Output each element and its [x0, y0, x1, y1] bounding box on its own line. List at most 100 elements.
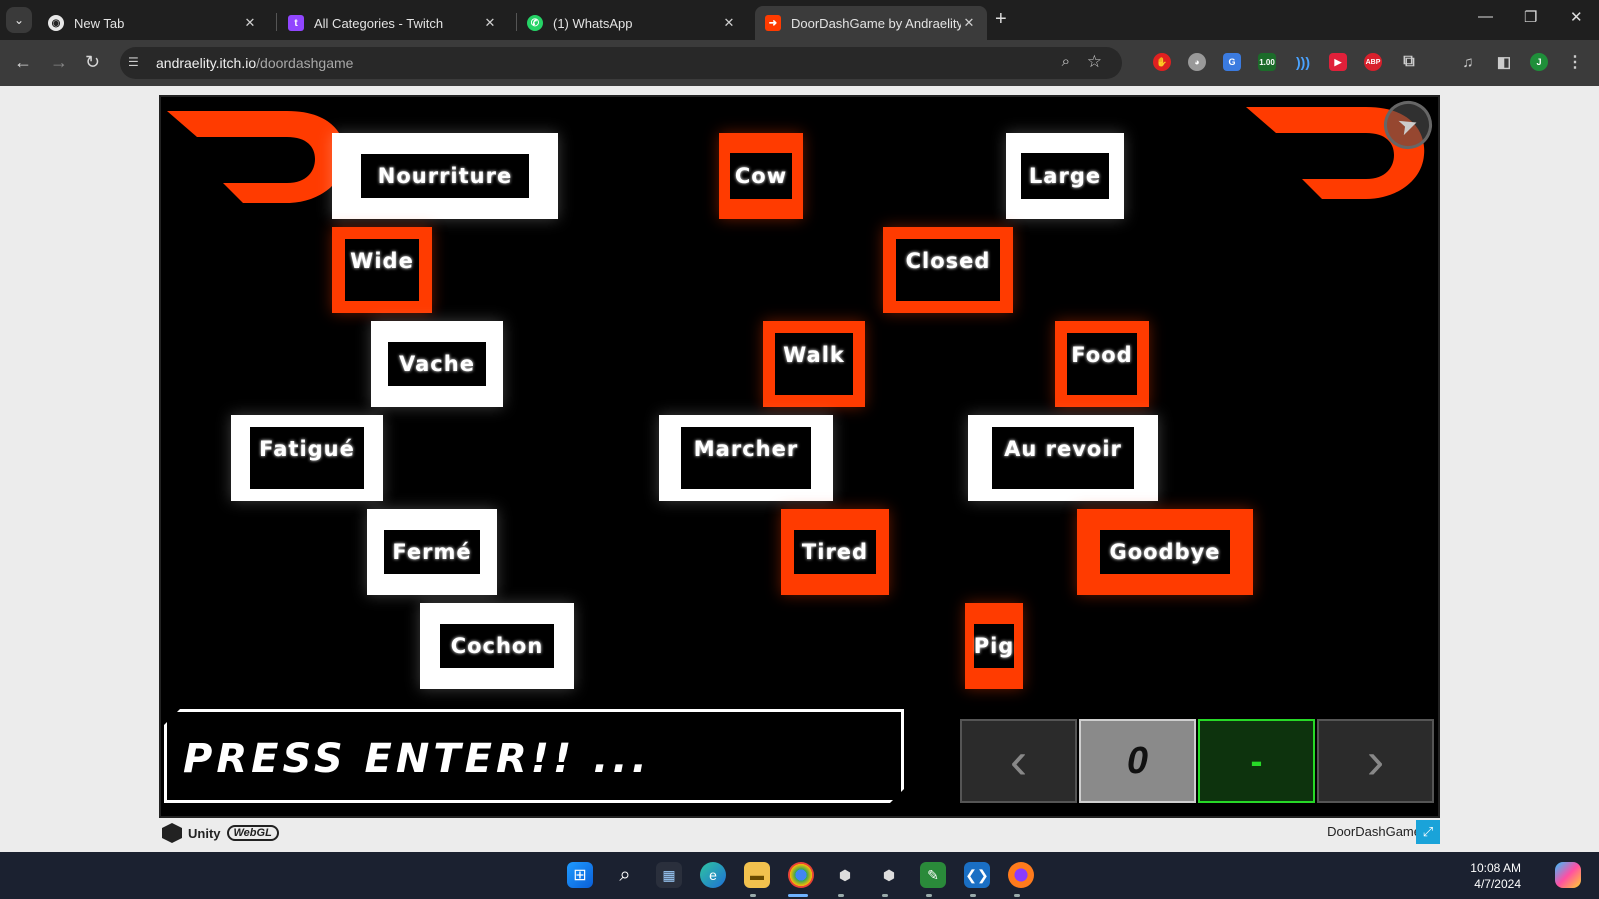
browser-tab-strip: ⌄ ◉ New Tab ✕ t All Categories - Twitch … — [0, 0, 1599, 40]
tab-twitch[interactable]: t All Categories - Twitch ✕ — [278, 6, 508, 40]
word-label: Food — [1067, 333, 1137, 395]
unity-editor-icon[interactable]: ⬢ — [876, 862, 902, 888]
word-card[interactable]: Large — [1006, 133, 1124, 219]
word-card[interactable]: Vache — [371, 321, 503, 407]
store-icon[interactable]: ▦ — [656, 862, 682, 888]
word-card[interactable]: Tired — [781, 509, 889, 595]
word-label: Vache — [388, 342, 486, 386]
windows-start-icon[interactable]: ⊞ — [567, 862, 593, 888]
chrome-icon[interactable] — [788, 862, 814, 888]
close-window-button[interactable]: ✕ — [1570, 8, 1583, 26]
word-card[interactable]: Food — [1055, 321, 1149, 407]
word-label: Tired — [794, 530, 876, 574]
extension-speed-icon[interactable]: 1.00 — [1258, 53, 1276, 71]
side-panel-icon[interactable]: ◧ — [1495, 53, 1513, 71]
word-label: Nourriture — [361, 154, 529, 198]
word-card[interactable]: Fermé — [367, 509, 497, 595]
media-control-icon[interactable]: ♫ — [1459, 53, 1477, 71]
score-counter: 0 — [1079, 719, 1196, 803]
chrome-icon: ◉ — [48, 15, 64, 31]
word-card[interactable]: Cochon — [420, 603, 574, 689]
extensions-puzzle-icon[interactable]: ⧉ — [1400, 53, 1418, 71]
site-settings-icon[interactable]: ☰ — [128, 55, 144, 71]
reload-button[interactable]: ↻ — [85, 52, 100, 73]
chevron-down-icon: ⌄ — [13, 13, 25, 27]
word-label: Wide — [345, 239, 419, 301]
close-icon: ✕ — [1570, 9, 1583, 26]
copilot-icon[interactable] — [1555, 862, 1581, 888]
chrome-active-indicator — [788, 894, 808, 897]
enter-prompt-box: PRESS ENTER!! ... — [164, 709, 904, 803]
word-card[interactable]: Pig — [965, 603, 1023, 689]
tab-doordashgame[interactable]: ➜ DoorDashGame by Andraelity ✕ — [755, 6, 987, 40]
tab-search-button[interactable]: ⌄ — [6, 7, 32, 33]
close-tab-icon[interactable]: ✕ — [242, 15, 258, 31]
browser-toolbar: ← → ↻ ☰ andraelity.itch.io/doordashgame … — [0, 40, 1599, 86]
word-label: Walk — [775, 333, 853, 395]
taskbar-running-dot — [882, 894, 888, 897]
extension-stop-icon[interactable]: ✋ — [1153, 53, 1171, 71]
tab-new-tab[interactable]: ◉ New Tab ✕ — [38, 6, 268, 40]
word-card[interactable]: Fatigué — [231, 415, 383, 501]
back-button[interactable]: ← — [14, 52, 32, 73]
close-tab-icon[interactable]: ✕ — [961, 15, 977, 31]
expand-icon: ⤢ — [1422, 824, 1434, 839]
extension-translate-icon[interactable]: G — [1223, 53, 1241, 71]
profile-avatar[interactable]: J — [1530, 53, 1548, 71]
file-explorer-icon[interactable]: ▬ — [744, 862, 770, 888]
forward-button[interactable]: → — [50, 52, 68, 73]
windows-taskbar: ⊞ ⌕ ▦ e ▬ ⬢ ⬢ ✎ ❮❯ 10:08 AM 4/7/2024 — [0, 852, 1599, 899]
game-canvas[interactable]: ➤ Nourriture Cow Large Wide Closed Vache… — [159, 95, 1440, 818]
word-card[interactable]: Marcher — [659, 415, 833, 501]
answer-slot[interactable]: - — [1198, 719, 1315, 803]
system-clock[interactable]: 10:08 AM 4/7/2024 — [1470, 860, 1521, 892]
minimize-button[interactable]: — — [1478, 8, 1493, 25]
word-card[interactable]: Walk — [763, 321, 865, 407]
zoom-icon[interactable]: ⌕ — [1062, 53, 1070, 70]
next-button[interactable]: › — [1317, 719, 1434, 803]
extension-adblock-icon[interactable]: ABP — [1364, 53, 1382, 71]
new-tab-button[interactable]: + — [995, 8, 1007, 31]
previous-button[interactable]: ‹ — [960, 719, 1077, 803]
menu-kebab-icon[interactable]: ⋮ — [1566, 53, 1584, 71]
extension-youtube-icon[interactable]: ▶ — [1329, 53, 1347, 71]
edge-icon[interactable]: e — [700, 862, 726, 888]
unity-hub-icon[interactable]: ⬢ — [832, 862, 858, 888]
arrow-right-icon: → — [50, 52, 68, 72]
word-card[interactable]: Closed — [883, 227, 1013, 313]
chevron-left-icon: ‹ — [1009, 732, 1028, 790]
word-label: Au revoir — [992, 427, 1134, 489]
word-label: Cow — [730, 153, 792, 199]
minimize-icon: — — [1478, 8, 1493, 25]
word-card[interactable]: Au revoir — [968, 415, 1158, 501]
word-label: Large — [1021, 153, 1109, 199]
word-label: Closed — [896, 239, 1000, 301]
word-label: Cochon — [440, 624, 554, 668]
vscode-icon[interactable]: ❮❯ — [964, 862, 990, 888]
word-card[interactable]: Goodbye — [1077, 509, 1253, 595]
search-icon[interactable]: ⌕ — [612, 862, 638, 888]
firefox-icon[interactable] — [1008, 862, 1034, 888]
notepad-icon[interactable]: ✎ — [920, 862, 946, 888]
fullscreen-button[interactable]: ⤢ — [1416, 820, 1440, 844]
tab-whatsapp[interactable]: ✆ (1) WhatsApp ✕ — [517, 6, 747, 40]
bookmark-star-icon[interactable]: ☆ — [1087, 52, 1102, 72]
taskbar-running-dot — [926, 894, 932, 897]
restore-button[interactable]: ❐ — [1524, 8, 1537, 26]
taskbar-running-dot — [750, 894, 756, 897]
extension-mask-icon[interactable]: ◕ — [1188, 53, 1206, 71]
taskbar-running-dot — [970, 894, 976, 897]
word-card[interactable]: Cow — [719, 133, 803, 219]
word-card[interactable]: Wide — [332, 227, 432, 313]
word-card[interactable]: Nourriture — [332, 133, 558, 219]
close-tab-icon[interactable]: ✕ — [721, 15, 737, 31]
unity-webgl-badge: Unity WebGL — [162, 820, 279, 846]
word-label: Marcher — [681, 427, 811, 489]
arrow-left-icon: ← — [14, 52, 32, 72]
address-bar[interactable]: ☰ andraelity.itch.io/doordashgame ⌕ ☆ — [120, 47, 1122, 79]
whatsapp-icon: ✆ — [527, 15, 543, 31]
extension-audio-icon[interactable]: ))) — [1294, 53, 1312, 71]
url-text[interactable]: andraelity.itch.io/doordashgame — [156, 55, 353, 71]
webgl-logo: WebGL — [226, 825, 279, 841]
close-tab-icon[interactable]: ✕ — [482, 15, 498, 31]
